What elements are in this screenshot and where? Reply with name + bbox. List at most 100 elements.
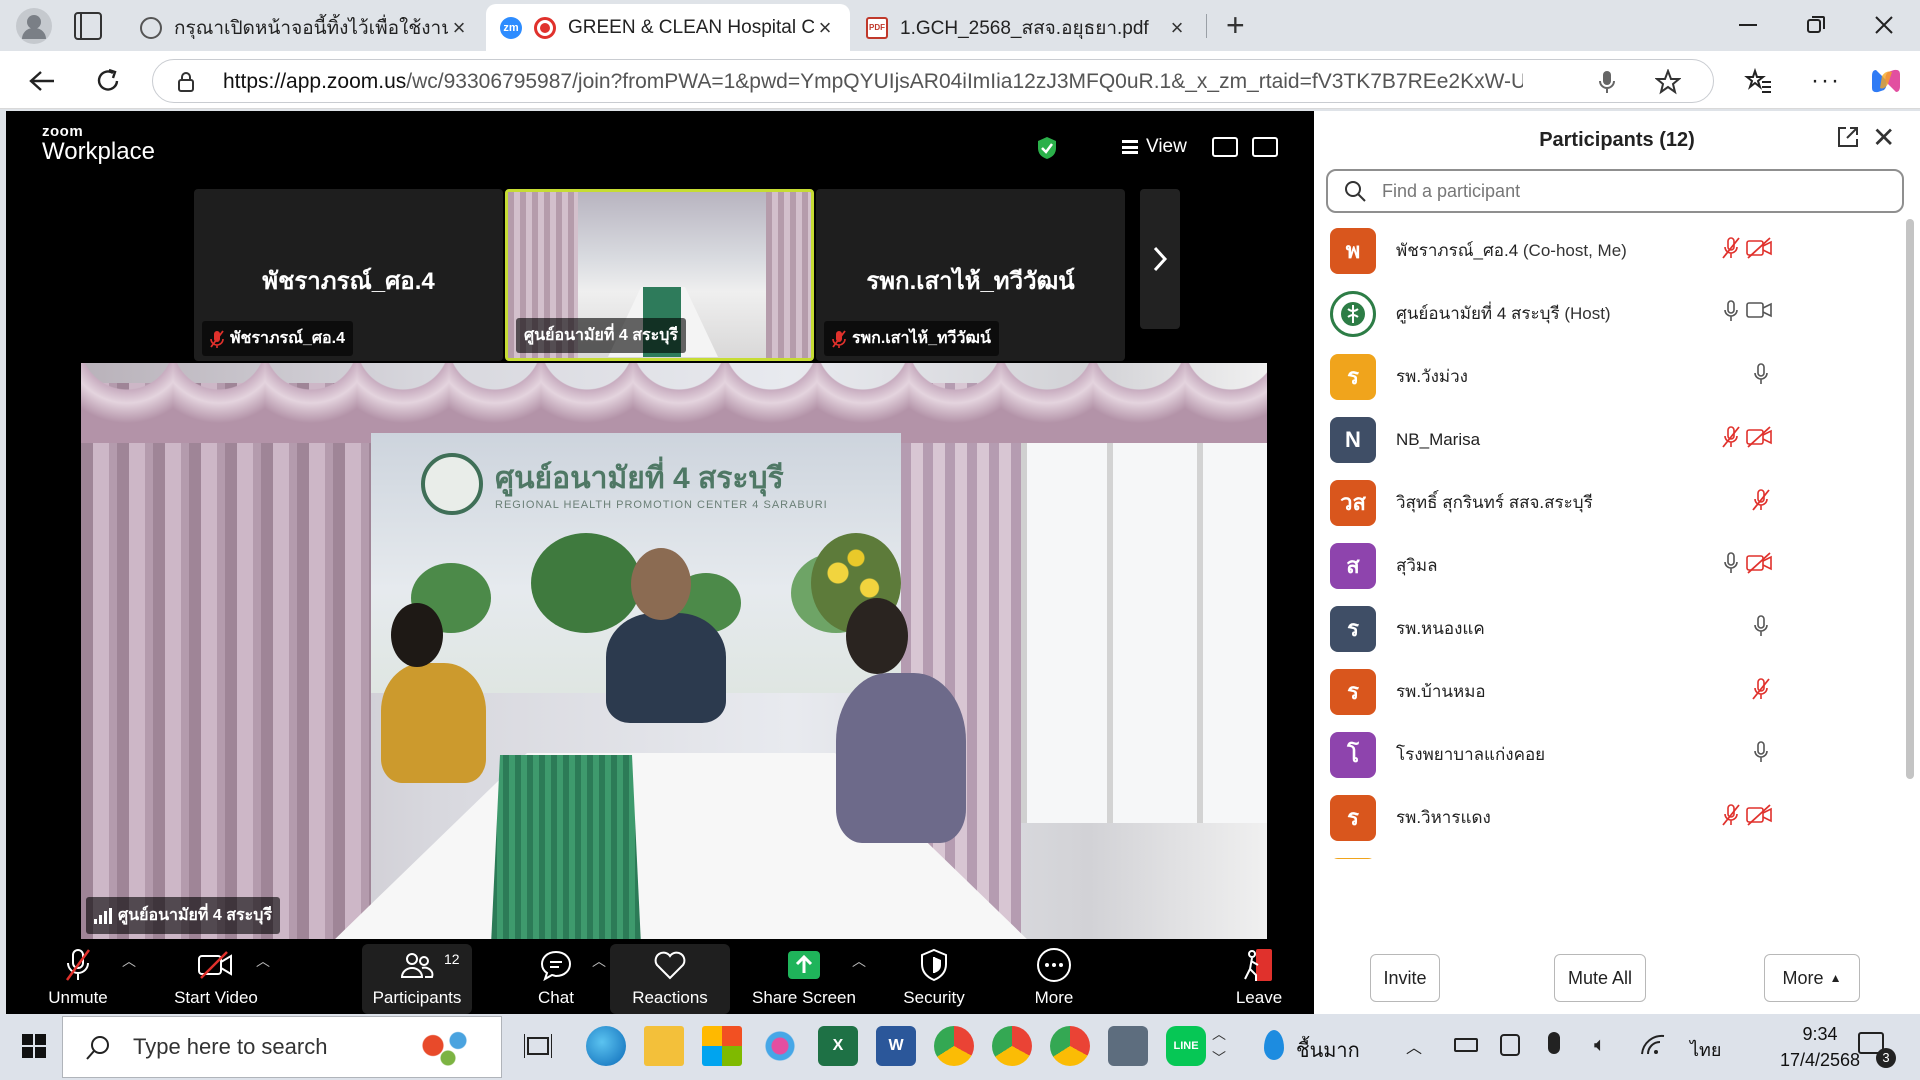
windows-start-icon[interactable] bbox=[22, 1034, 46, 1063]
participant-row[interactable]: วอวิชุณี อวล.สสจ.สระบุรี bbox=[1314, 849, 1904, 859]
restore-icon[interactable] bbox=[1796, 8, 1836, 42]
picture-in-picture-icon[interactable] bbox=[1212, 137, 1238, 157]
participant-row[interactable]: ร รพ.วังม่วง bbox=[1314, 345, 1904, 408]
address-bar[interactable]: https://app.zoom.us/wc/93306795987/join?… bbox=[152, 59, 1714, 103]
device-icon[interactable] bbox=[1500, 1034, 1520, 1056]
participant-row[interactable]: ร รพ.หนองแค bbox=[1314, 597, 1904, 660]
back-arrow-icon[interactable] bbox=[22, 61, 62, 101]
share-options-caret-icon[interactable]: ︿ bbox=[852, 951, 866, 971]
mic-icon[interactable] bbox=[1748, 615, 1774, 641]
favorites-list-icon[interactable] bbox=[1738, 61, 1778, 101]
chrome-icon[interactable] bbox=[1050, 1026, 1090, 1066]
input-language-indicator[interactable]: ไทย bbox=[1690, 1035, 1721, 1064]
file-explorer-icon[interactable] bbox=[644, 1026, 684, 1066]
word-icon[interactable]: W bbox=[876, 1026, 916, 1066]
edge-browser-icon[interactable] bbox=[586, 1026, 626, 1066]
chrome-profile-icon[interactable] bbox=[934, 1026, 974, 1066]
mic-icon[interactable] bbox=[1718, 552, 1744, 578]
copilot-icon[interactable] bbox=[1866, 61, 1906, 101]
favorite-star-icon[interactable] bbox=[1654, 68, 1682, 100]
close-window-icon[interactable] bbox=[1864, 8, 1904, 42]
chat-options-caret-icon[interactable]: ︿ bbox=[592, 951, 606, 971]
video-thumbnail-active[interactable]: ศูนย์อนามัยที่ 4 สระบุรี bbox=[505, 189, 814, 361]
show-hidden-icons-icon[interactable]: ︿ bbox=[1406, 1034, 1422, 1058]
participant-row[interactable]: วส วิสุทธิ์ สุกรินทร์ สสจ.สระบุรี bbox=[1314, 471, 1904, 534]
mic-icon[interactable] bbox=[1748, 363, 1774, 389]
battery-icon[interactable] bbox=[1454, 1038, 1478, 1052]
participant-row[interactable]: โ โรงพยาบาลแก่งคอย bbox=[1314, 723, 1904, 786]
new-tab-icon[interactable]: + bbox=[1226, 9, 1245, 41]
audio-options-caret-icon[interactable]: ︿ bbox=[122, 951, 136, 971]
chat-button[interactable]: Chat bbox=[516, 944, 596, 1014]
tab-close-icon[interactable]: × bbox=[1166, 15, 1188, 41]
microphone-tray-icon[interactable] bbox=[1548, 1032, 1560, 1054]
participant-row[interactable]: ศูนย์อนามัยที่ 4 สระบุรี (Host) bbox=[1314, 282, 1904, 345]
more-button[interactable]: More bbox=[1006, 944, 1102, 1014]
leave-button[interactable]: Leave bbox=[1222, 944, 1296, 1014]
participant-search-field[interactable] bbox=[1326, 169, 1904, 213]
mic-muted-icon[interactable] bbox=[1718, 804, 1744, 830]
mic-muted-icon[interactable] bbox=[1718, 237, 1744, 263]
video-thumbnail[interactable]: พัชราภรณ์_ศอ.4 พัชราภรณ์_ศอ.4 bbox=[194, 189, 503, 361]
participant-row[interactable]: ร รพ.บ้านหมอ bbox=[1314, 660, 1904, 723]
main-speaker-video[interactable]: ศูนย์อนามัยที่ 4 สระบุรี REGIONAL HEALTH… bbox=[81, 363, 1267, 939]
view-button[interactable]: View bbox=[1122, 136, 1187, 158]
browser-tab-2[interactable]: zm GREEN & CLEAN Hospital Ch × bbox=[486, 4, 850, 51]
mic-muted-icon[interactable] bbox=[1718, 426, 1744, 452]
microphone-icon[interactable] bbox=[1599, 70, 1615, 99]
search-input[interactable] bbox=[1382, 180, 1862, 202]
video-options-caret-icon[interactable]: ︿ bbox=[256, 951, 270, 971]
task-view-icon[interactable] bbox=[523, 1034, 553, 1063]
reactions-button[interactable]: Reactions bbox=[610, 944, 730, 1014]
minimize-icon[interactable] bbox=[1728, 8, 1768, 42]
share-screen-button[interactable]: Share Screen bbox=[746, 944, 862, 1014]
mute-all-button[interactable]: Mute All bbox=[1554, 954, 1646, 1002]
participant-list-scrollbar[interactable] bbox=[1906, 219, 1914, 779]
unmute-button[interactable]: Unmute bbox=[28, 944, 128, 1014]
video-thumbnail[interactable]: รพก.เสาไห้_ทวีวัฒน์ รพก.เสาไห้_ทวีวัฒน์ bbox=[816, 189, 1125, 361]
url-text[interactable]: https://app.zoom.us/wc/93306795987/join?… bbox=[223, 70, 1523, 94]
microsoft-store-icon[interactable] bbox=[702, 1026, 742, 1066]
close-panel-icon[interactable]: ✕ bbox=[1872, 121, 1895, 154]
paint-icon[interactable] bbox=[760, 1026, 800, 1066]
encryption-shield-icon[interactable] bbox=[1036, 136, 1058, 160]
browser-tab-3[interactable]: PDF 1.GCH_2568_สสจ.อยุธยา.pdf × bbox=[852, 4, 1202, 51]
participant-row[interactable]: ร รพ.วิหารแดง bbox=[1314, 786, 1904, 849]
profile-avatar-icon[interactable] bbox=[16, 8, 52, 44]
mic-icon[interactable] bbox=[1748, 741, 1774, 767]
clock-date[interactable]: 17/4/2568 bbox=[1770, 1050, 1870, 1071]
settings-more-icon[interactable]: ··· bbox=[1806, 61, 1846, 101]
fullscreen-icon[interactable] bbox=[1252, 137, 1278, 157]
video-off-icon[interactable] bbox=[1746, 237, 1772, 263]
mic-muted-icon[interactable] bbox=[1748, 678, 1774, 704]
participant-row[interactable]: ส สุวิมล bbox=[1314, 534, 1904, 597]
video-off-icon[interactable] bbox=[1746, 552, 1772, 578]
invite-button[interactable]: Invite bbox=[1370, 954, 1440, 1002]
taskbar-search-box[interactable]: Type here to search bbox=[62, 1016, 502, 1078]
security-button[interactable]: Security bbox=[884, 944, 984, 1014]
line-app-icon[interactable]: LINE bbox=[1166, 1026, 1206, 1066]
calculator-icon[interactable] bbox=[1108, 1026, 1148, 1066]
volume-icon[interactable]: 🔈︎ bbox=[1594, 1034, 1606, 1057]
video-off-icon[interactable] bbox=[1746, 426, 1772, 452]
more-options-button[interactable]: More ▲ bbox=[1764, 954, 1860, 1002]
mic-icon[interactable] bbox=[1718, 300, 1744, 326]
chrome-profile-icon[interactable] bbox=[992, 1026, 1032, 1066]
reload-icon[interactable] bbox=[88, 61, 128, 101]
video-camera-icon[interactable] bbox=[1746, 300, 1772, 326]
taskbar-scroll-arrows-icon[interactable]: ︿ ﹀ bbox=[1212, 1022, 1226, 1070]
tab-close-icon[interactable]: × bbox=[448, 15, 470, 41]
popout-icon[interactable] bbox=[1836, 125, 1860, 149]
clock-time[interactable]: 9:34 bbox=[1770, 1024, 1870, 1045]
participant-row[interactable]: พ พัชราภรณ์_ศอ.4 (Co-host, Me) bbox=[1314, 219, 1904, 282]
weather-text[interactable]: ชื้นมาก bbox=[1296, 1034, 1360, 1066]
lock-icon[interactable] bbox=[177, 71, 195, 98]
tab-actions-icon[interactable] bbox=[74, 12, 102, 40]
video-off-icon[interactable] bbox=[1746, 804, 1772, 830]
next-page-chevron-icon[interactable] bbox=[1140, 189, 1180, 329]
browser-tab-1[interactable]: กรุณาเปิดหน้าจอนี้ทิ้งไว้เพื่อใช้งาน Int… bbox=[126, 4, 484, 51]
humidity-drop-icon[interactable] bbox=[1264, 1030, 1284, 1060]
excel-icon[interactable]: X bbox=[818, 1026, 858, 1066]
participant-row[interactable]: N NB_Marisa bbox=[1314, 408, 1904, 471]
wifi-icon[interactable] bbox=[1640, 1034, 1666, 1061]
